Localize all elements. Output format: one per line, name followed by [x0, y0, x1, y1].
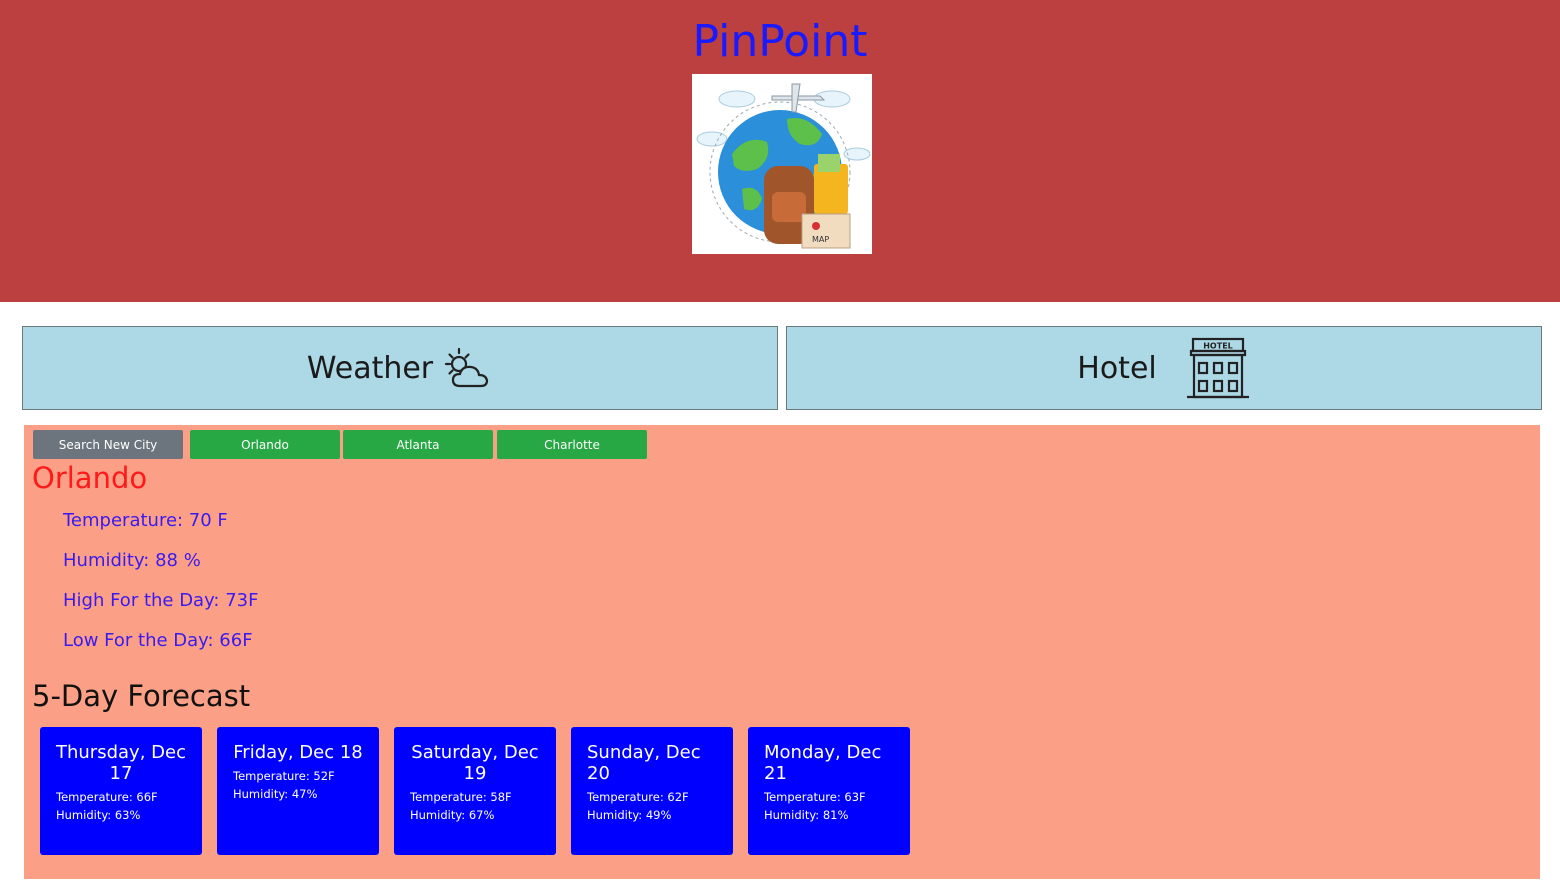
forecast-humidity: Humidity: 63% — [56, 808, 141, 822]
hotel-sign: HOTEL — [1203, 342, 1233, 351]
forecast-humidity: Humidity: 47% — [233, 787, 318, 801]
forecast-temperature: Temperature: 63F — [764, 790, 866, 804]
svg-text:MAP: MAP — [812, 235, 829, 244]
forecast-card: Friday, Dec 18 Temperature: 52F Humidity… — [217, 727, 379, 855]
search-new-city-button[interactable]: Search New City — [33, 430, 183, 459]
forecast-title: 5-Day Forecast — [32, 679, 251, 713]
forecast-temperature: Temperature: 58F — [410, 790, 512, 804]
current-temperature: Temperature: 70 F — [63, 510, 228, 531]
forecast-day: Thursday, Dec 17 — [56, 742, 186, 784]
travel-globe-icon: MAP — [692, 74, 872, 254]
weather-panel: Search New City Orlando Atlanta Charlott… — [24, 425, 1540, 879]
forecast-temperature: Temperature: 62F — [587, 790, 689, 804]
hotel-button[interactable]: Hotel HOTEL — [786, 326, 1542, 410]
city-button-orlando[interactable]: Orlando — [190, 430, 340, 459]
forecast-day: Friday, Dec 18 — [233, 742, 363, 763]
forecast-temperature: Temperature: 52F — [233, 769, 335, 783]
weather-partly-cloudy-icon — [441, 346, 493, 390]
forecast-card: Monday, Dec 21 Temperature: 63F Humidity… — [748, 727, 910, 855]
current-humidity: Humidity: 88 % — [63, 550, 201, 571]
forecast-card: Thursday, Dec 17 Temperature: 66F Humidi… — [40, 727, 202, 855]
current-high: High For the Day: 73F — [63, 590, 259, 611]
forecast-day: Sunday, Dec 20 — [587, 742, 701, 784]
forecast-card: Saturday, Dec 19 Temperature: 58F Humidi… — [394, 727, 556, 855]
forecast-humidity: Humidity: 67% — [410, 808, 495, 822]
hotel-label: Hotel — [1077, 350, 1157, 386]
city-button-atlanta[interactable]: Atlanta — [343, 430, 493, 459]
forecast-day: Monday, Dec 21 — [764, 742, 882, 784]
weather-label: Weather — [306, 350, 434, 386]
app-title: PinPoint — [692, 16, 868, 67]
forecast-card: Sunday, Dec 20 Temperature: 62F Humidity… — [571, 727, 733, 855]
header: PinPoint MAP — [0, 0, 1560, 302]
forecast-humidity: Humidity: 49% — [587, 808, 672, 822]
forecast-humidity: Humidity: 81% — [764, 808, 849, 822]
current-city-name: Orlando — [32, 461, 148, 495]
forecast-day: Saturday, Dec 19 — [411, 742, 539, 784]
city-button-charlotte[interactable]: Charlotte — [497, 430, 647, 459]
forecast-temperature: Temperature: 66F — [56, 790, 158, 804]
current-low: Low For the Day: 66F — [63, 630, 253, 651]
hotel-building-icon: HOTEL — [1185, 336, 1251, 400]
weather-button[interactable]: Weather — [22, 326, 778, 410]
